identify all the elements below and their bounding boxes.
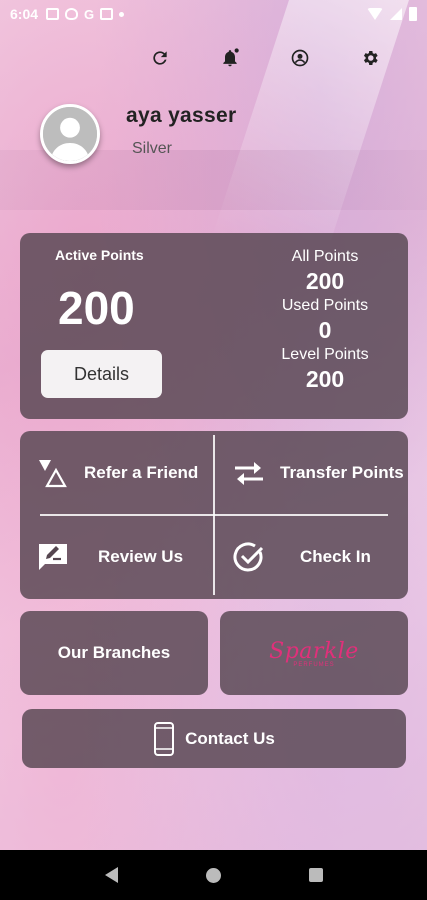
gallery-notification-icon bbox=[46, 8, 60, 20]
all-points-label: All Points bbox=[291, 248, 359, 265]
transfer-points-button[interactable]: Transfer Points bbox=[216, 433, 406, 513]
brand-logo-button[interactable]: Sparkle PERFUMES bbox=[220, 611, 408, 695]
check-in-button[interactable]: Check In bbox=[216, 517, 406, 597]
points-card: Active Points 200 Details All Points 200… bbox=[20, 233, 408, 419]
actions-grid: Refer a Friend Transfer Points Review Us bbox=[20, 431, 408, 599]
check-circle-icon bbox=[232, 540, 266, 574]
level-points-label: Level Points bbox=[281, 346, 369, 363]
profile-button[interactable] bbox=[265, 44, 335, 72]
shield-notification-icon bbox=[65, 8, 79, 20]
back-triangle-icon bbox=[104, 867, 118, 883]
status-bar: 6:04 G bbox=[0, 0, 427, 28]
brand-logo: Sparkle PERFUMES bbox=[269, 639, 359, 668]
status-time: 6:04 bbox=[10, 6, 39, 22]
active-points-value: 200 bbox=[58, 282, 135, 334]
gear-icon bbox=[363, 51, 378, 65]
points-stats: All Points 200 Used Points 0 Level Point… bbox=[270, 247, 380, 394]
signal-icon bbox=[390, 8, 402, 20]
brand-script: Sparkle bbox=[269, 638, 359, 664]
home-button[interactable] bbox=[193, 855, 233, 895]
active-points-label: Active Points bbox=[55, 247, 144, 263]
details-button[interactable]: Details bbox=[41, 350, 162, 398]
grid-divider-horizontal bbox=[40, 514, 388, 516]
background-streak bbox=[211, 0, 409, 240]
recents-button[interactable] bbox=[296, 855, 336, 895]
settings-button[interactable] bbox=[335, 44, 405, 72]
phone-icon bbox=[154, 721, 175, 756]
battery-icon bbox=[409, 7, 417, 21]
user-name: aya yasser bbox=[126, 104, 237, 127]
person-icon bbox=[43, 107, 97, 161]
wifi-icon bbox=[367, 8, 383, 20]
review-us-label: Review Us bbox=[98, 547, 184, 566]
our-branches-button[interactable]: Our Branches bbox=[20, 611, 208, 695]
review-edit-icon bbox=[36, 540, 70, 574]
our-branches-label: Our Branches bbox=[57, 643, 171, 662]
account-icon bbox=[291, 49, 309, 67]
sd-card-icon bbox=[100, 8, 114, 20]
used-points-value: 0 bbox=[318, 317, 332, 343]
refer-friend-label: Refer a Friend bbox=[84, 463, 199, 482]
check-in-label: Check In bbox=[300, 547, 371, 566]
used-points-label: Used Points bbox=[281, 297, 369, 314]
refresh-icon bbox=[153, 51, 167, 65]
level-points-value: 200 bbox=[305, 366, 345, 392]
refer-friend-button[interactable]: Refer a Friend bbox=[20, 433, 210, 513]
contact-us-label: Contact Us bbox=[185, 728, 275, 748]
transfer-points-label: Transfer Points bbox=[280, 463, 404, 482]
bell-icon bbox=[223, 48, 239, 67]
avatar[interactable] bbox=[40, 104, 100, 164]
more-notifications-icon bbox=[119, 11, 125, 17]
home-circle-icon bbox=[205, 867, 221, 883]
contact-us-button[interactable]: Contact Us bbox=[22, 709, 406, 768]
system-nav-bar bbox=[0, 850, 427, 900]
all-points-value: 200 bbox=[305, 268, 345, 294]
refresh-button[interactable] bbox=[125, 44, 195, 72]
review-us-button[interactable]: Review Us bbox=[20, 517, 210, 597]
google-notification-icon: G bbox=[84, 6, 95, 22]
swap-arrows-icon bbox=[232, 456, 266, 490]
back-button[interactable] bbox=[91, 855, 131, 895]
recents-square-icon bbox=[308, 868, 323, 882]
brand-subtitle: PERFUMES bbox=[293, 661, 335, 668]
notifications-button[interactable] bbox=[195, 44, 265, 72]
top-action-bar bbox=[125, 44, 405, 72]
user-tier: Silver bbox=[132, 140, 173, 157]
refer-icon bbox=[36, 456, 70, 490]
